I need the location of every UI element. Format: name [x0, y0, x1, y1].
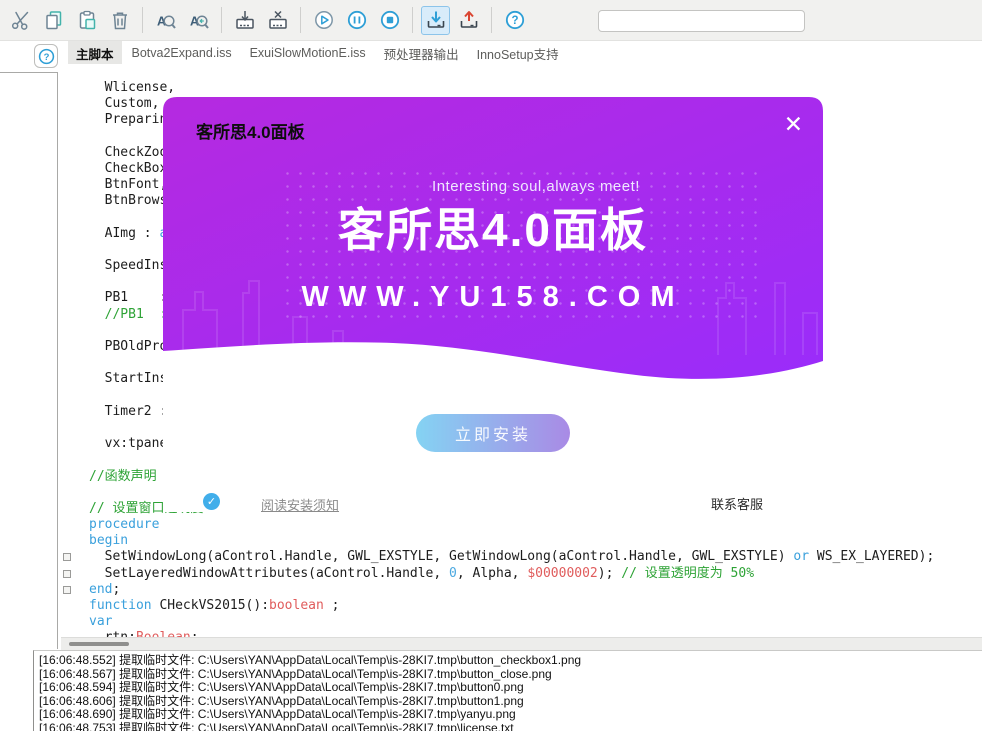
code-line: begin [89, 533, 982, 549]
pause-icon [346, 9, 368, 31]
code-line: SetLayeredWindowAttributes(aControl.Hand… [89, 566, 982, 582]
toolbar-compile-remove-button[interactable] [263, 6, 292, 35]
zoom-in-icon: A [155, 9, 177, 31]
dialog-url: WWW.YU158.COM [163, 281, 823, 314]
log-line: [16:06:48.594] 提取临时文件: C:\Users\YAN\AppD… [39, 681, 982, 695]
toolbar-upload-button[interactable] [454, 6, 483, 35]
delete-icon [109, 9, 131, 31]
toolbar-zoom-in-button[interactable]: A [151, 6, 180, 35]
log-line: [16:06:48.690] 提取临时文件: C:\Users\YAN\AppD… [39, 708, 982, 722]
compile-remove-icon [267, 9, 289, 31]
tab-exuislowmotion[interactable]: ExuiSlowMotionE.iss [242, 43, 374, 63]
code-line: rtn:Boolean; [89, 630, 982, 637]
toolbar-stop-button[interactable] [375, 6, 404, 35]
toolbar-separator [491, 7, 492, 33]
install-now-button[interactable]: 立即安装 [416, 414, 570, 452]
download-icon [425, 9, 447, 31]
toolbar-separator [221, 7, 222, 33]
code-line: end; [89, 582, 982, 598]
toolbar-separator [142, 7, 143, 33]
sidebar-panel [0, 72, 58, 649]
tab-main-script[interactable]: 主脚本 [68, 41, 122, 66]
read-install-notes-link[interactable]: 阅读安装须知 [261, 495, 339, 514]
compile-install-icon [234, 9, 256, 31]
log-panel[interactable]: [16:06:48.552] 提取临时文件: C:\Users\YAN\AppD… [33, 650, 982, 731]
toolbar-separator [300, 7, 301, 33]
main-toolbar: AA? [0, 0, 982, 41]
toolbar-paste-button[interactable] [72, 6, 101, 35]
contact-support-link[interactable]: 联系客服 [711, 494, 763, 513]
stop-icon [379, 9, 401, 31]
log-list: [16:06:48.552] 提取临时文件: C:\Users\YAN\AppD… [39, 654, 982, 731]
log-line: [16:06:48.552] 提取临时文件: C:\Users\YAN\AppD… [39, 654, 982, 668]
toolbar-buttons: AA? [6, 6, 529, 35]
toolbar-delete-button[interactable] [105, 6, 134, 35]
cut-icon [10, 9, 32, 31]
close-icon[interactable]: ✕ [784, 113, 803, 136]
horizontal-scrollbar[interactable] [61, 637, 982, 650]
upload-icon [458, 9, 480, 31]
code-line: Wlicense, [89, 80, 982, 96]
search-input[interactable] [598, 10, 805, 32]
tab-bar: 主脚本Botva2Expand.issExuiSlowMotionE.iss预处… [61, 42, 982, 64]
fold-marker[interactable] [63, 586, 71, 594]
check-icon: ✓ [207, 495, 216, 508]
code-line: SetWindowLong(aControl.Handle, GWL_EXSTY… [89, 549, 982, 565]
toolbar-run-button[interactable] [309, 6, 338, 35]
code-line: var [89, 614, 982, 630]
dialog-tagline: Interesting soul,always meet! [249, 178, 823, 195]
toolbar-separator [412, 7, 413, 33]
svg-text:?: ? [511, 15, 518, 27]
help-icon: ? [504, 9, 526, 31]
toolbar-download-button[interactable] [421, 6, 450, 35]
log-line: [16:06:48.753] 提取临时文件: C:\Users\YAN\AppD… [39, 722, 982, 731]
zoom-out-icon: A [188, 9, 210, 31]
toolbar-help-button[interactable]: ? [500, 6, 529, 35]
code-line: function CHeckVS2015():boolean ; [89, 598, 982, 614]
toolbar-pause-button[interactable] [342, 6, 371, 35]
dialog-title: 客所思4.0面板 [196, 118, 305, 143]
paste-icon [76, 9, 98, 31]
tab-preprocessor-output[interactable]: 预处理器输出 [376, 41, 467, 66]
tab-innosetup-support[interactable]: InnoSetup支持 [469, 41, 567, 66]
svg-text:?: ? [43, 51, 49, 62]
toolbar-copy-button[interactable] [39, 6, 68, 35]
copy-icon [43, 9, 65, 31]
toolbar-zoom-out-button[interactable]: A [184, 6, 213, 35]
fold-marker[interactable] [63, 570, 71, 578]
agree-checkbox[interactable]: ✓ [203, 493, 220, 510]
tab-botva2expand[interactable]: Botva2Expand.iss [124, 43, 240, 63]
sidebar-help-button[interactable]: ? [34, 44, 58, 68]
toolbar-compile-install-button[interactable] [230, 6, 259, 35]
fold-marker[interactable] [63, 553, 71, 561]
scrollbar-thumb[interactable] [69, 642, 129, 646]
toolbar-cut-button[interactable] [6, 6, 35, 35]
installer-dialog: 客所思4.0面板 ✕ Interesting soul,always meet!… [163, 97, 823, 512]
app-window: AA? ? 主脚本Botva2Expand.issExuiSlowMotionE… [0, 0, 982, 731]
run-icon [313, 9, 335, 31]
dialog-big-title: 客所思4.0面板 [163, 194, 823, 260]
help-icon: ? [37, 47, 56, 66]
code-line: procedure [89, 517, 982, 533]
